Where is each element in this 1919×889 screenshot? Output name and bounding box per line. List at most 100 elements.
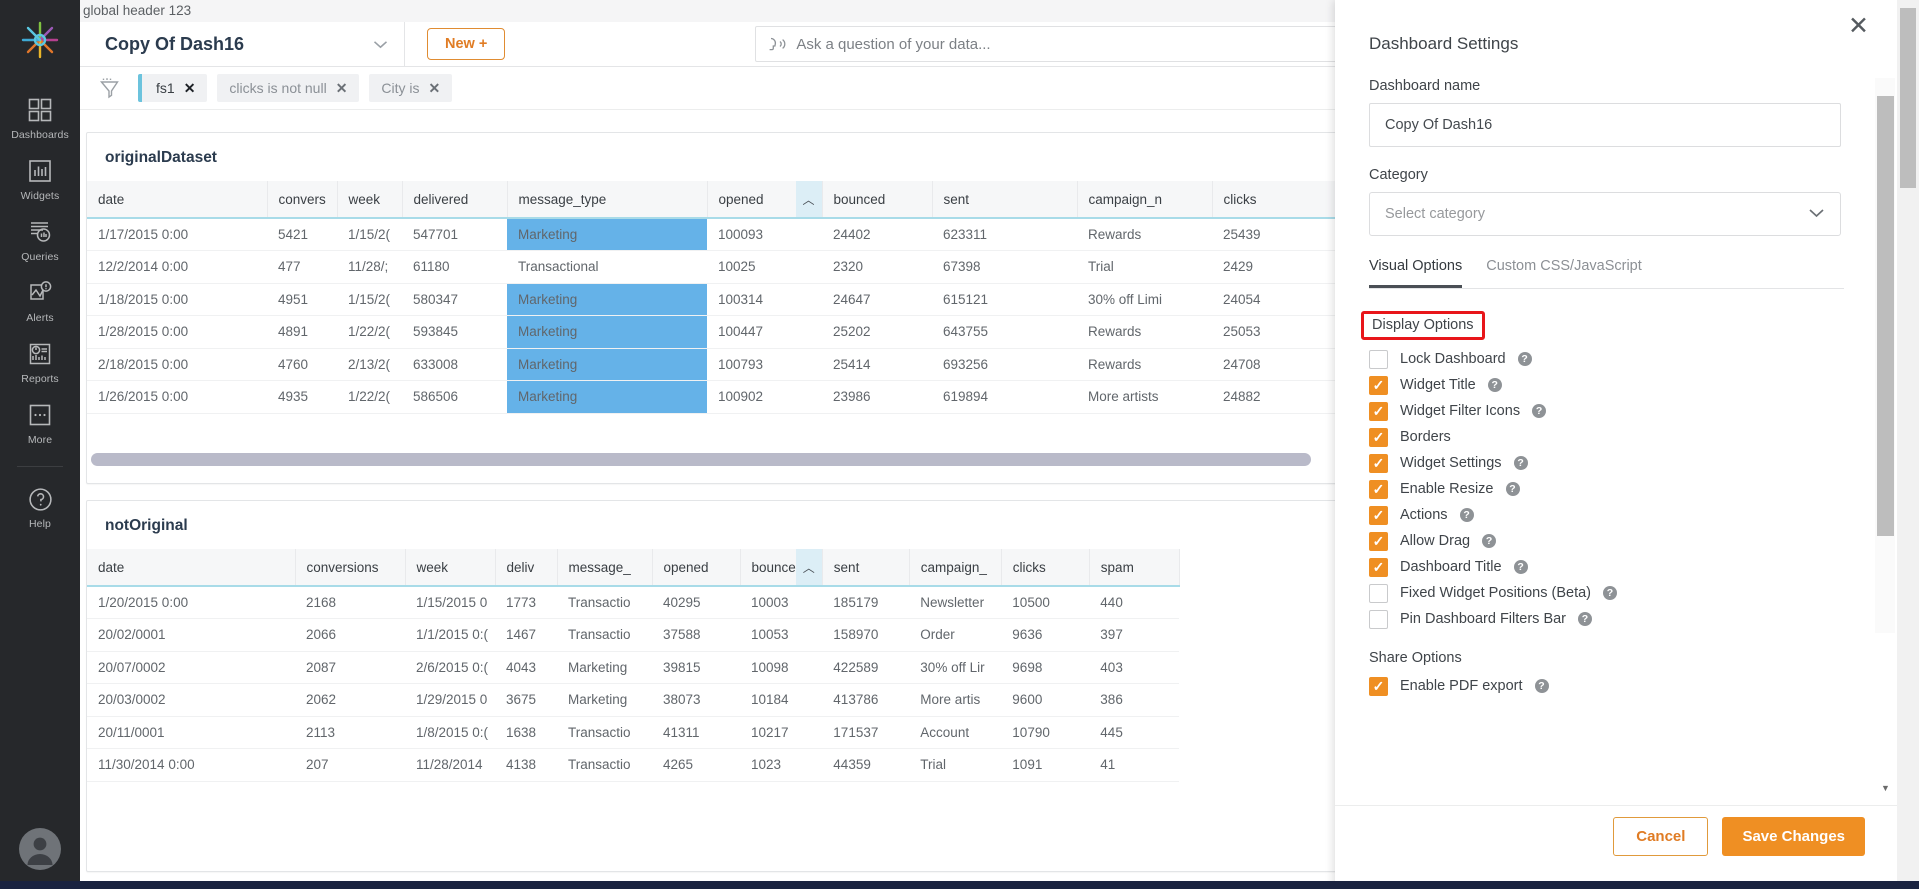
table-cell[interactable]: 593845 [402,316,507,349]
help-tooltip-icon[interactable]: ? [1460,508,1474,522]
panel-inner-scrollbar-thumb[interactable] [1877,96,1894,536]
column-header[interactable]: bounce︿ [740,549,822,586]
table-cell[interactable]: Order [909,619,1001,652]
table-cell[interactable]: 67398 [932,251,1077,284]
table-cell[interactable]: 633008 [402,348,507,381]
table-cell[interactable]: Marketing [557,684,652,717]
display-option-row[interactable]: Allow Drag? [1369,528,1844,554]
table-cell[interactable]: 2/6/2015 0:( [405,651,495,684]
data-table[interactable]: dateconversionsweekdelivmessage_openedbo… [87,549,1180,782]
table-cell[interactable]: 2429 [1212,251,1352,284]
column-header[interactable]: sent [822,549,909,586]
table-cell[interactable]: Transactional [507,251,707,284]
help-tooltip-icon[interactable]: ? [1518,352,1532,366]
table-cell[interactable]: 5421 [267,218,337,251]
table-cell[interactable]: 1023 [740,749,822,782]
table-cell[interactable]: 23986 [822,381,932,414]
table-cell[interactable]: 100314 [707,283,822,316]
dashboard-name-field[interactable]: Copy Of Dash16 [1369,103,1841,147]
checkbox[interactable] [1369,454,1388,473]
filter-chip-clicks[interactable]: clicks is not null ✕ [217,74,359,102]
table-cell[interactable]: 39815 [652,651,740,684]
table-cell[interactable]: Rewards [1077,348,1212,381]
table-cell[interactable]: 623311 [932,218,1077,251]
help-tooltip-icon[interactable]: ? [1532,404,1546,418]
table-cell[interactable]: 100447 [707,316,822,349]
column-header[interactable]: date [87,549,295,586]
close-icon[interactable]: ✕ [184,80,196,97]
table-cell[interactable]: 158970 [822,619,909,652]
share-option-row[interactable]: Enable PDF export? [1369,673,1844,699]
table-cell[interactable]: 24647 [822,283,932,316]
help-tooltip-icon[interactable]: ? [1506,482,1520,496]
column-header[interactable]: convers [267,181,337,218]
table-cell[interactable]: 10053 [740,619,822,652]
table-cell[interactable]: Transactio [557,716,652,749]
dashboard-title-selector[interactable]: Copy Of Dash16 [80,22,405,67]
help-tooltip-icon[interactable]: ? [1514,456,1528,470]
table-cell[interactable]: 445 [1089,716,1179,749]
table-cell[interactable]: 4891 [267,316,337,349]
table-cell[interactable]: 10003 [740,586,822,619]
table-cell[interactable]: 4951 [267,283,337,316]
table-cell[interactable]: 1/18/2015 0:00 [87,283,267,316]
table-cell[interactable]: 643755 [932,316,1077,349]
table-cell[interactable]: 20/11/0001 [87,716,295,749]
checkbox[interactable] [1369,402,1388,421]
new-button[interactable]: New + [427,28,505,60]
chevron-down-icon[interactable] [1808,206,1825,222]
table-cell[interactable]: 10217 [740,716,822,749]
table-cell[interactable]: 10184 [740,684,822,717]
table-cell[interactable]: 1/8/2015 0:( [405,716,495,749]
table-cell[interactable]: 9636 [1001,619,1089,652]
sidebar-item-queries[interactable]: Queries [0,208,80,269]
table-cell[interactable]: 2062 [295,684,405,717]
checkbox[interactable] [1369,376,1388,395]
table-cell[interactable]: Marketing [507,381,707,414]
table-cell[interactable]: Account [909,716,1001,749]
column-header[interactable]: date [87,181,267,218]
table-cell[interactable]: Rewards [1077,218,1212,251]
table-cell[interactable]: 171537 [822,716,909,749]
table-cell[interactable]: 2/13/2( [337,348,402,381]
table-row[interactable]: 12/2/2014 0:0047711/28/;61180Transaction… [87,251,1352,284]
page-scrollbar-track[interactable] [1897,0,1919,889]
table-cell[interactable]: 30% off Lir [909,651,1001,684]
table-row[interactable]: 11/30/2014 0:0020711/28/20144138Transact… [87,749,1179,782]
table-cell[interactable]: Marketing [557,651,652,684]
data-table[interactable]: dateconversweekdeliveredmessage_typeopen… [87,181,1353,414]
table-cell[interactable]: More artis [909,684,1001,717]
column-header[interactable]: bounced [822,181,932,218]
table-cell[interactable]: 477 [267,251,337,284]
table-cell[interactable]: 20/03/0002 [87,684,295,717]
table-cell[interactable]: 24882 [1212,381,1352,414]
sort-ascending-icon[interactable]: ︿ [796,549,822,585]
column-header[interactable]: delivered [402,181,507,218]
help-tooltip-icon[interactable]: ? [1578,612,1592,626]
table-cell[interactable]: Rewards [1077,316,1212,349]
table-cell[interactable]: 619894 [932,381,1077,414]
display-option-row[interactable]: Actions? [1369,502,1844,528]
table-cell[interactable]: 4043 [495,651,557,684]
table-cell[interactable]: 61180 [402,251,507,284]
table-cell[interactable]: 413786 [822,684,909,717]
table-cell[interactable]: 9698 [1001,651,1089,684]
table-cell[interactable]: 11/30/2014 0:00 [87,749,295,782]
checkbox[interactable] [1369,677,1388,696]
table-row[interactable]: 1/28/2015 0:0048911/22/2(593845Marketing… [87,316,1352,349]
table-cell[interactable]: 25439 [1212,218,1352,251]
table-cell[interactable]: 580347 [402,283,507,316]
table-row[interactable]: 1/17/2015 0:0054211/15/2(547701Marketing… [87,218,1352,251]
close-icon[interactable]: ✕ [1848,14,1869,39]
display-option-row[interactable]: Widget Settings? [1369,450,1844,476]
table-cell[interactable]: 2168 [295,586,405,619]
close-icon[interactable]: ✕ [429,80,441,97]
scrollbar-thumb[interactable] [91,453,1311,466]
filter-chip-city[interactable]: City is ✕ [369,74,452,102]
table-cell[interactable]: 40295 [652,586,740,619]
table-cell[interactable]: 20/02/0001 [87,619,295,652]
table-cell[interactable]: 185179 [822,586,909,619]
table-cell[interactable]: 1/29/2015 0 [405,684,495,717]
tab-visual-options[interactable]: Visual Options [1369,258,1462,288]
help-tooltip-icon[interactable]: ? [1514,560,1528,574]
